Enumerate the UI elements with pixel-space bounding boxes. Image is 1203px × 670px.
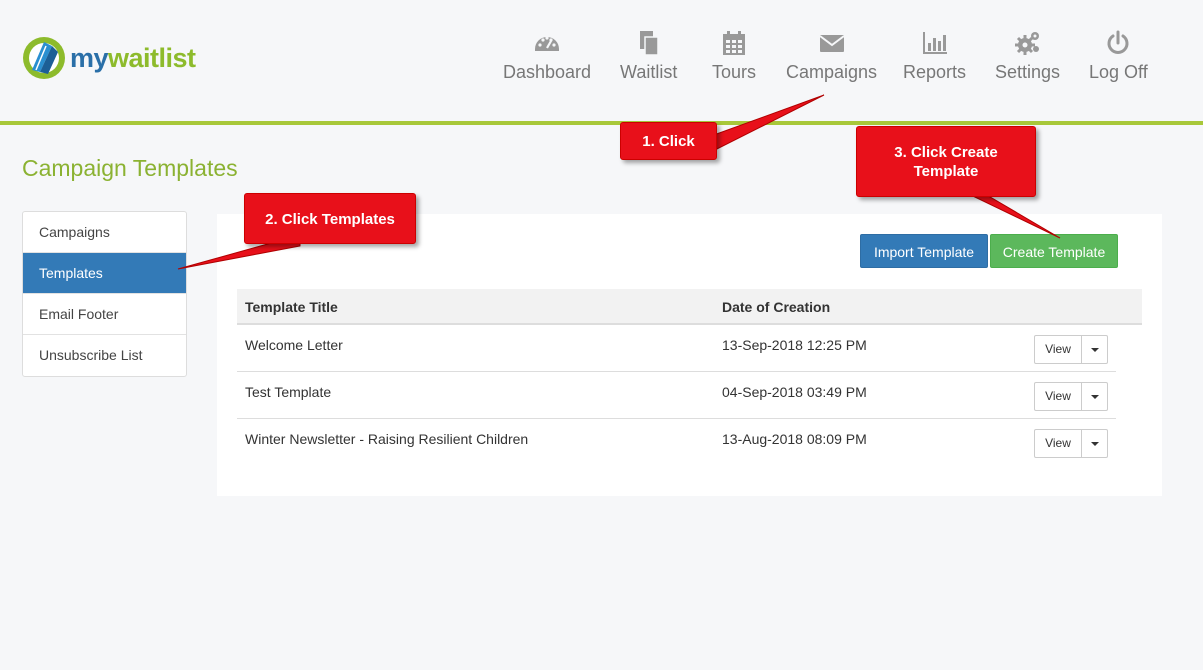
view-button[interactable]: View: [1034, 335, 1082, 364]
sidebar-item-campaigns[interactable]: Campaigns: [23, 212, 186, 253]
nav-label-tours: Tours: [712, 62, 757, 82]
nav-campaigns[interactable]: Campaigns: [786, 30, 877, 83]
nav-label-campaigns: Campaigns: [786, 62, 878, 82]
sidebar-menu: Campaigns Templates Email Footer Unsubsc…: [22, 211, 187, 377]
nav-log-off[interactable]: Log Off: [1089, 30, 1148, 83]
documents-icon: [639, 31, 659, 56]
top-header: mywaitlist Dashboard Waitlist Tours Camp…: [0, 0, 1203, 121]
nav-label-dashboard: Dashboard: [503, 62, 592, 82]
bar-chart-icon: [922, 32, 947, 54]
template-title: Welcome Letter: [245, 337, 343, 353]
view-button[interactable]: View: [1034, 382, 1082, 411]
nav-tours[interactable]: Tours: [712, 30, 756, 83]
callout-step2-text: 2. Click Templates: [265, 211, 395, 228]
nav-label-waitlist: Waitlist: [620, 62, 678, 82]
header-divider: [0, 121, 1203, 125]
calendar-icon: [723, 31, 745, 55]
sidebar-item-email-footer[interactable]: Email Footer: [23, 294, 186, 335]
table-row: Welcome Letter 13-Sep-2018 12:25 PM View: [237, 325, 1116, 372]
nav-waitlist[interactable]: Waitlist: [620, 30, 677, 83]
view-button-group: View: [1034, 382, 1108, 411]
envelope-icon: [818, 35, 845, 52]
callout-step1-text: 1. Click: [642, 132, 695, 150]
sidebar-item-unsubscribe-list[interactable]: Unsubscribe List: [23, 335, 186, 376]
power-icon: [1107, 30, 1129, 54]
template-date: 13-Aug-2018 08:09 PM: [722, 431, 867, 447]
create-template-button[interactable]: Create Template: [990, 234, 1118, 268]
callout-step2: 2. Click Templates: [244, 193, 416, 244]
nav-dashboard[interactable]: Dashboard: [503, 30, 591, 83]
sidebar-item-templates[interactable]: Templates: [23, 253, 186, 294]
nav-settings[interactable]: Settings: [995, 30, 1060, 83]
row-actions-dropdown[interactable]: [1082, 335, 1108, 364]
callout-step3-text-line2: Template: [913, 163, 979, 180]
template-title: Test Template: [245, 384, 332, 400]
callout-step3-text-line1: 3. Click Create: [894, 144, 998, 161]
template-date: 04-Sep-2018 03:49 PM: [722, 384, 867, 400]
nav-label-log-off: Log Off: [1089, 62, 1148, 82]
row-actions-dropdown[interactable]: [1082, 429, 1108, 458]
table-row: Test Template 04-Sep-2018 03:49 PM View: [237, 372, 1116, 419]
template-title: Winter Newsletter - Raising Resilient Ch…: [245, 431, 529, 447]
main-nav: Dashboard Waitlist Tours Campaigns Repor…: [0, 30, 1203, 100]
column-header-date[interactable]: Date of Creation: [722, 299, 830, 315]
view-button[interactable]: View: [1034, 429, 1082, 458]
table-row: Winter Newsletter - Raising Resilient Ch…: [237, 419, 1116, 466]
callout-step1: 1. Click: [620, 122, 717, 160]
table-header: Template Title Date of Creation: [237, 289, 1142, 325]
row-actions-dropdown[interactable]: [1082, 382, 1108, 411]
templates-panel: Import Template Create Template Template…: [217, 214, 1162, 496]
view-button-group: View: [1034, 335, 1108, 364]
nav-reports[interactable]: Reports: [903, 30, 966, 83]
import-template-button[interactable]: Import Template: [860, 234, 988, 268]
gears-icon: [1014, 32, 1039, 55]
page-title: Campaign Templates: [22, 155, 238, 181]
dashboard-icon: [535, 36, 560, 51]
nav-label-settings: Settings: [995, 62, 1061, 82]
callout-step3: 3. Click Create Template: [856, 126, 1036, 197]
template-date: 13-Sep-2018 12:25 PM: [722, 337, 867, 353]
nav-label-reports: Reports: [903, 62, 967, 82]
view-button-group: View: [1034, 429, 1108, 458]
column-header-title[interactable]: Template Title: [245, 299, 338, 315]
